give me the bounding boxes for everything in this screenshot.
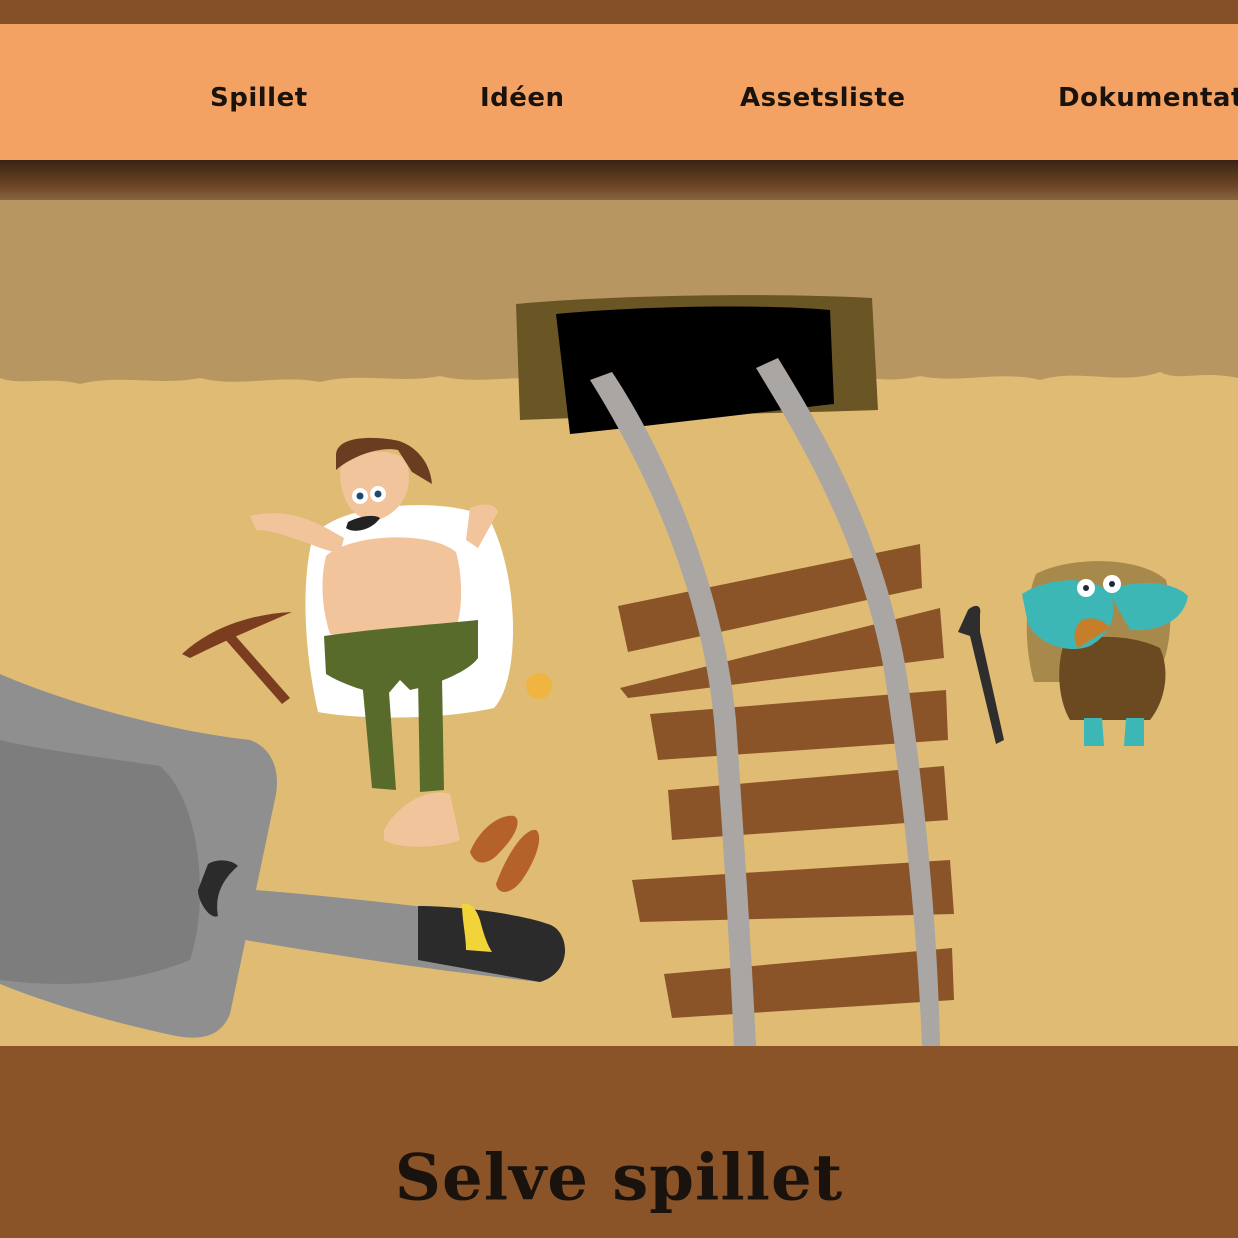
nav-item-home[interactable]: le xyxy=(0,83,2,113)
nav-shadow-band xyxy=(0,160,1238,202)
gold-coin-icon xyxy=(526,673,552,699)
nav-item-spillet[interactable]: Spillet xyxy=(210,83,308,113)
game-scene[interactable] xyxy=(0,200,1238,1046)
top-navigation: le Spillet Idéen Assetsliste Dokumentati… xyxy=(0,24,1238,160)
nav-item-assetsliste[interactable]: Assetsliste xyxy=(740,83,905,113)
section-title: Selve spillet xyxy=(394,1140,844,1216)
nav-item-dokumentation[interactable]: Dokumentation xyxy=(1058,83,1238,113)
nav-item-ideen[interactable]: Idéen xyxy=(480,83,565,113)
game-scene-artwork xyxy=(0,200,1238,1046)
top-strip xyxy=(0,0,1238,24)
